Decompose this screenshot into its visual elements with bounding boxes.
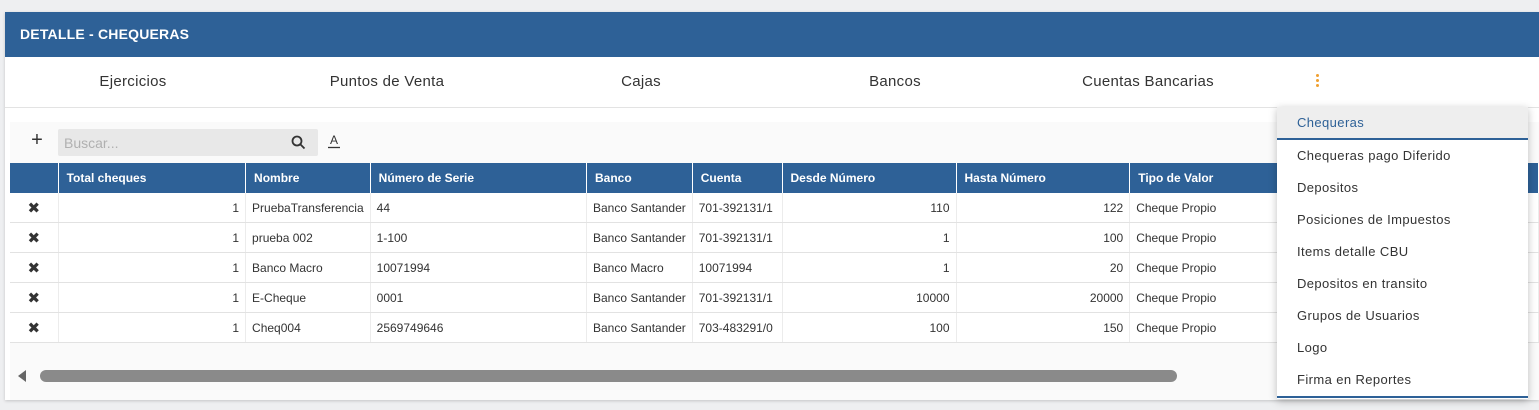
font-size-icon[interactable]: A [327,133,341,149]
tab-cajas[interactable]: Cajas [611,57,671,107]
cell-banco: Banco Santander [586,193,693,223]
cell-cuenta: 703-483291/0 [692,312,783,343]
column-header[interactable]: Cuenta [692,163,783,193]
cell-hasta: 100 [956,222,1131,253]
cell-nombre: Banco Macro [245,252,371,283]
cell-desde: 10000 [782,282,957,313]
menu-item-posiciones-de-impuestos[interactable]: Posiciones de Impuestos [1277,204,1528,236]
cell-cuenta: 701-392131/1 [692,193,783,223]
tab-ejercicios[interactable]: Ejercicios [83,57,183,107]
search-input[interactable]: Buscar... [58,129,318,156]
tab-bar: Ejercicios Puntos de Venta Cajas Bancos … [5,57,1539,108]
menu-item-items-detalle-cbu[interactable]: Items detalle CBU [1277,236,1528,268]
cell-desde: 1 [782,252,957,283]
cell-total: 1 [58,222,247,253]
delete-icon[interactable]: ✖ [10,222,59,253]
cell-desde: 110 [782,193,957,223]
menu-item-grupos-de-usuarios[interactable]: Grupos de Usuarios [1277,300,1528,332]
cell-serie: 1-100 [370,222,588,253]
search-icon[interactable] [291,135,306,150]
cell-nombre: PruebaTransferencia [245,193,371,223]
menu-item-logo[interactable]: Logo [1277,332,1528,364]
cell-cuenta: 10071994 [692,252,783,283]
column-header[interactable]: Desde Número [782,163,957,193]
cell-total: 1 [58,282,247,313]
cell-banco: Banco Santander [586,312,693,343]
cell-total: 1 [58,312,247,343]
cell-nombre: E-Cheque [245,282,371,313]
cell-hasta: 20 [956,252,1131,283]
cell-serie: 2569749646 [370,312,588,343]
column-header [10,163,59,193]
cell-total: 1 [58,193,247,223]
search-placeholder: Buscar... [64,135,119,151]
cell-nombre: prueba 002 [245,222,371,253]
menu-item-depositos[interactable]: Depositos [1277,172,1528,204]
panel-header: DETALLE - CHEQUERAS [5,12,1539,57]
cell-hasta: 150 [956,312,1131,343]
tab-cuentas-bancarias[interactable]: Cuentas Bancarias [1073,57,1223,107]
cell-serie: 0001 [370,282,588,313]
font-icon-letter: A [330,133,338,147]
cell-desde: 1 [782,222,957,253]
cell-banco: Banco Santander [586,282,693,313]
cell-cuenta: 701-392131/1 [692,222,783,253]
column-header[interactable]: Banco [586,163,693,193]
menu-item-firma-en-reportes[interactable]: Firma en Reportes [1277,364,1528,398]
scroll-left-arrow-icon[interactable] [18,370,26,382]
menu-item-chequeras[interactable]: Chequeras [1277,107,1528,140]
tab-puntos-de-venta[interactable]: Puntos de Venta [317,57,457,107]
menu-item-depositos-en-transito[interactable]: Depositos en transito [1277,268,1528,300]
more-tabs-menu: Chequeras Chequeras pago Diferido Deposi… [1277,107,1528,399]
cell-total: 1 [58,252,247,283]
scrollbar-thumb[interactable] [40,370,1177,382]
tab-bancos[interactable]: Bancos [860,57,930,107]
cell-cuenta: 701-392131/1 [692,282,783,313]
cell-banco: Banco Macro [586,252,693,283]
column-header[interactable]: Nombre [245,163,371,193]
delete-icon[interactable]: ✖ [10,193,59,223]
delete-icon[interactable]: ✖ [10,282,59,313]
column-header[interactable]: Hasta Número [956,163,1131,193]
delete-icon[interactable]: ✖ [10,312,59,343]
page-title: DETALLE - CHEQUERAS [20,26,190,42]
cell-banco: Banco Santander [586,222,693,253]
cell-serie: 44 [370,193,588,223]
cell-hasta: 20000 [956,282,1131,313]
cell-hasta: 122 [956,193,1131,223]
column-header[interactable]: Total cheques [58,163,247,193]
column-header[interactable]: Número de Serie [370,163,588,193]
menu-item-chequeras-pago-diferido[interactable]: Chequeras pago Diferido [1277,140,1528,172]
cell-serie: 10071994 [370,252,588,283]
delete-icon[interactable]: ✖ [10,252,59,283]
cell-desde: 100 [782,312,957,343]
cell-nombre: Cheq004 [245,312,371,343]
add-button[interactable]: + [27,130,47,150]
more-tabs-icon[interactable] [1309,73,1325,91]
horizontal-scrollbar[interactable] [10,368,1290,384]
